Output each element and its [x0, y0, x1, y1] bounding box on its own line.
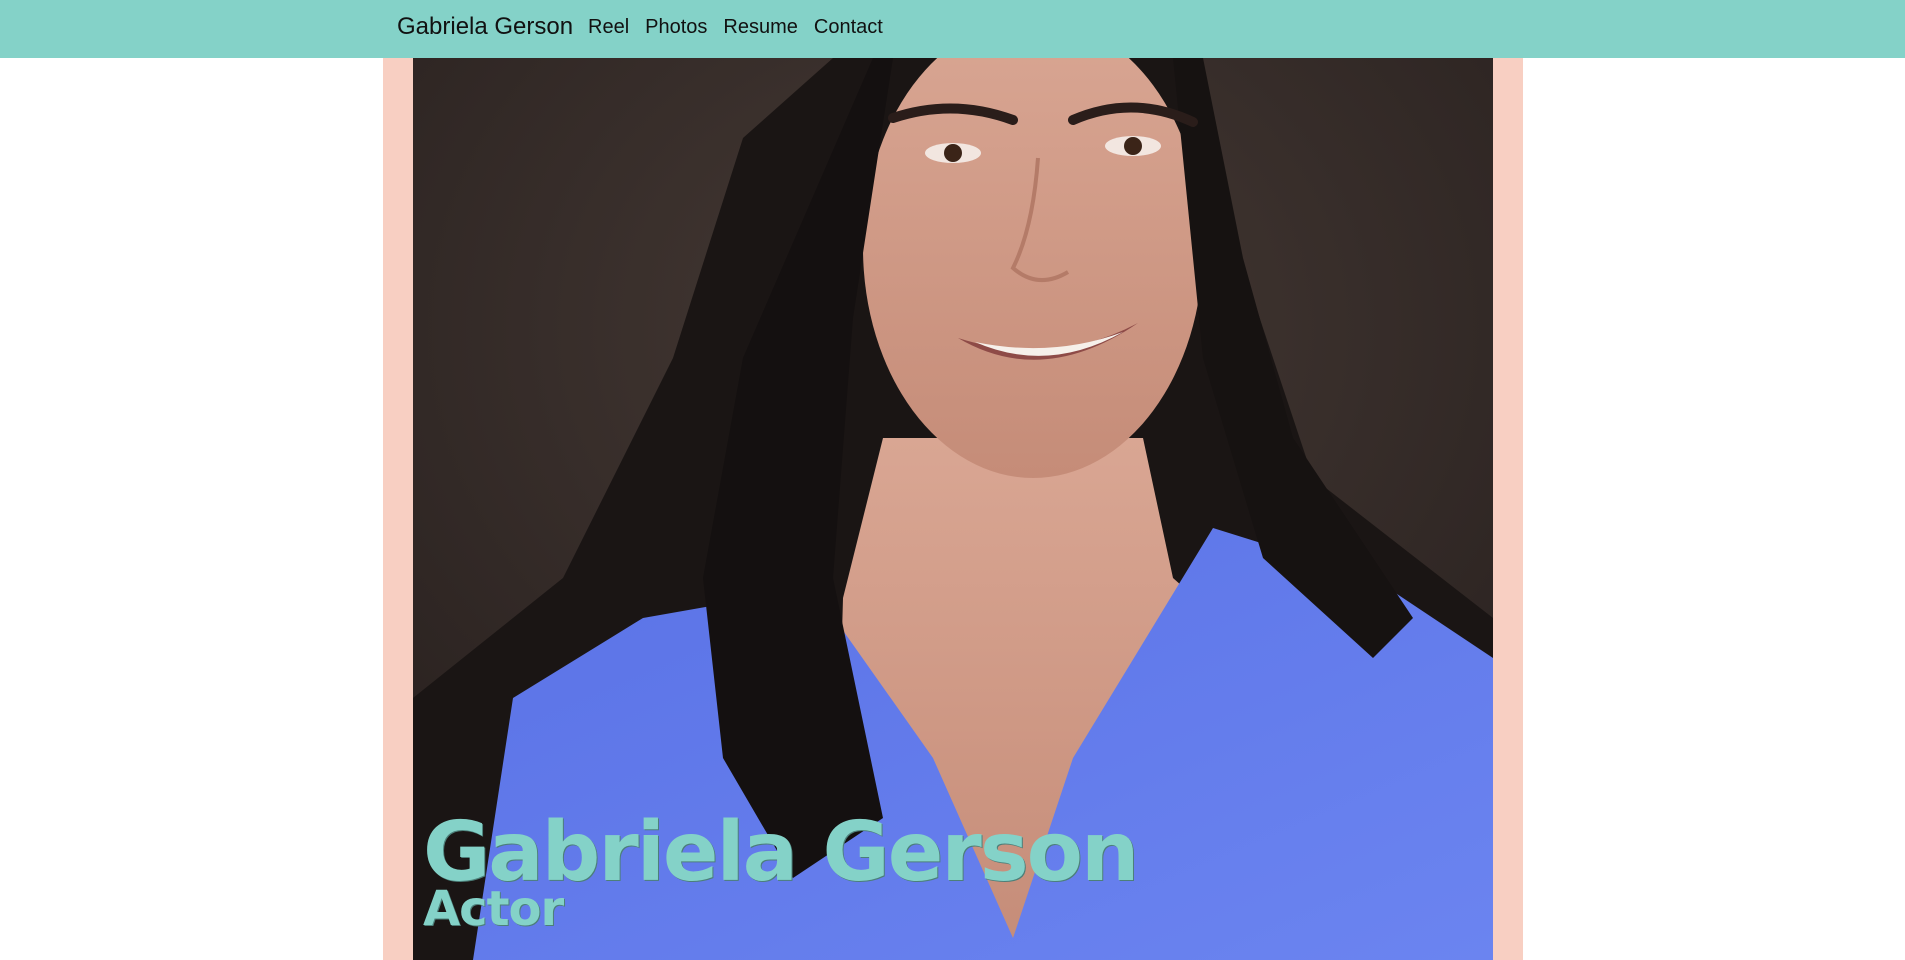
nav-link-resume[interactable]: Resume	[723, 16, 797, 39]
nav-link-photos[interactable]: Photos	[645, 16, 707, 39]
brand-link[interactable]: Gabriela Gerson	[397, 13, 573, 41]
nav-link-contact[interactable]: Contact	[814, 16, 883, 39]
nav-links: Reel Photos Resume Contact	[588, 16, 883, 39]
hero-role: Actor	[423, 881, 564, 937]
nav-link-reel[interactable]: Reel	[588, 16, 629, 39]
top-navbar: Gabriela Gerson Reel Photos Resume Conta…	[0, 0, 1905, 58]
